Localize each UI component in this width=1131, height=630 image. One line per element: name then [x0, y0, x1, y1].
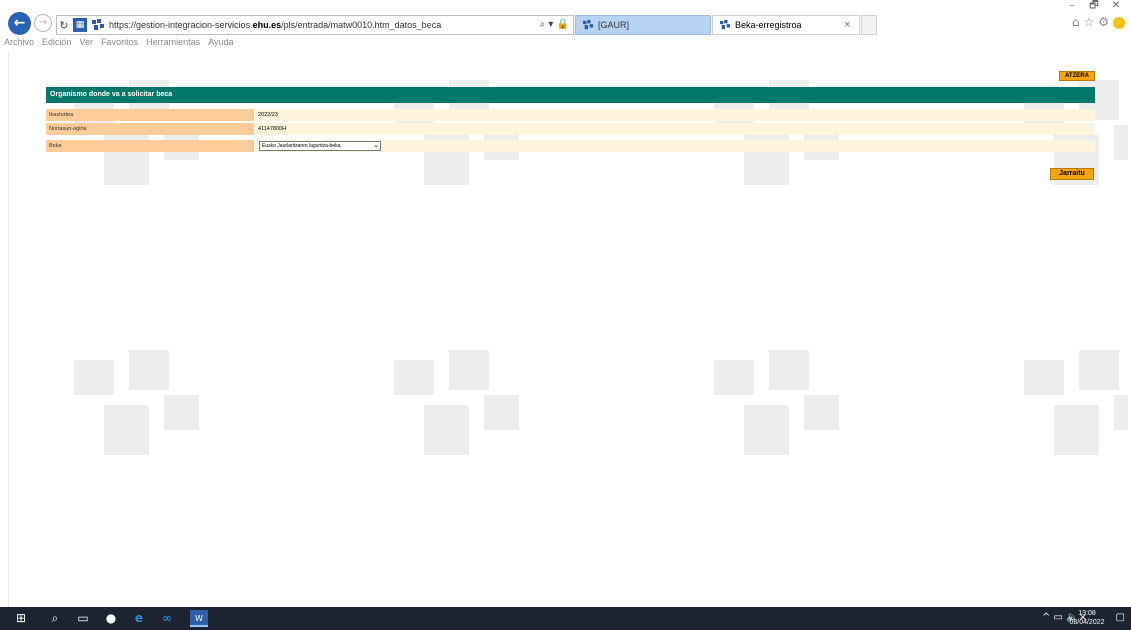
menu-favoritos[interactable]: Favoritos [101, 37, 138, 49]
feedback-smiley-icon[interactable] [1113, 17, 1125, 29]
row-label: Ikasturtea [46, 109, 254, 121]
row-value: 41147800H [255, 123, 1095, 135]
windows-start-icon[interactable]: ⊞ [12, 610, 30, 627]
jarraitu-button[interactable]: Jarraitu [1050, 168, 1094, 180]
clock[interactable]: 13:08 08/04/2022 [1069, 609, 1105, 627]
internet-explorer-icon[interactable]: e [130, 610, 148, 627]
new-tab-button[interactable] [861, 15, 877, 35]
clock-date: 08/04/2022 [1069, 619, 1105, 626]
notification-icon[interactable]: ▢ [1116, 612, 1125, 623]
ehu-watermark-icon [1024, 350, 1128, 455]
settings-gear-icon[interactable]: ⚙ [1098, 15, 1109, 29]
reload-icon[interactable]: ↻ [57, 19, 71, 32]
back-button[interactable]: ← [8, 12, 31, 35]
page-content: ATZERA Organismo donde va a solicitar be… [8, 52, 1128, 607]
form-row-ikasturtea: Ikasturtea 2022/23 [46, 109, 1095, 121]
favorites-star-icon[interactable]: ☆ [1083, 15, 1094, 29]
close-tab-icon[interactable]: × [843, 20, 851, 30]
clock-time: 13:08 [1078, 610, 1096, 617]
ehu-watermark-icon [714, 350, 839, 455]
beka-select-value: Eusko Jaurlaritzaren laguntza-beka [262, 143, 341, 149]
arrow-left-icon: ← [13, 15, 26, 31]
row-value: 2022/23 [255, 109, 1095, 121]
browser-toolbar-icons: ⌂ ☆ ⚙ [1072, 15, 1125, 29]
browser-chrome: – 🗗 ✕ ← → ↻ ▦ https://gestion-integracio… [0, 0, 1131, 47]
taskbar: ⊞ ⌕ ▭ ● e ∞ W ^ ▭ 🔈× 13:08 08/04/2022 ▢ [0, 607, 1131, 630]
tab-label: Beka-erregistroa [735, 20, 802, 30]
menu-herramientas[interactable]: Herramientas [146, 37, 200, 49]
ehu-favicon-icon [92, 19, 104, 30]
window-controls: – 🗗 ✕ [1061, 0, 1127, 16]
beka-select[interactable]: Eusko Jaurlaritzaren laguntza-beka ⌄ [259, 141, 381, 151]
app-icon[interactable]: ∞ [158, 610, 176, 627]
row-value-cell: Eusko Jaurlaritzaren laguntza-beka ⌄ [255, 140, 1095, 152]
ehu-favicon-icon [720, 20, 730, 30]
form-row-beka: Beka Eusko Jaurlaritzaren laguntza-beka … [46, 140, 1095, 152]
ehu-favicon-icon [583, 20, 593, 30]
menu-ayuda[interactable]: Ayuda [208, 37, 233, 49]
ehu-watermark-icon [74, 350, 199, 455]
arrow-right-icon: → [38, 17, 48, 28]
word-icon[interactable]: W [190, 610, 208, 627]
close-window-button[interactable]: ✕ [1105, 0, 1127, 14]
url-text: https://gestion-integracion-servicios.eh… [109, 20, 442, 30]
screen: – 🗗 ✕ ← → ↻ ▦ https://gestion-integracio… [0, 0, 1131, 630]
restore-button[interactable]: 🗗 [1083, 0, 1105, 14]
form-row-nortasun-agiria: Nortasun-agiria 41147800H [46, 123, 1095, 135]
forward-button[interactable]: → [34, 14, 52, 32]
search-icon[interactable]: ⌕ [46, 610, 64, 627]
tab-beka-erregistroa[interactable]: Beka-erregistroa × [712, 15, 860, 35]
address-bar[interactable]: ↻ ▦ https://gestion-integracion-servicio… [56, 15, 574, 35]
minimize-button[interactable]: – [1061, 0, 1083, 14]
task-view-icon[interactable]: ▭ [74, 610, 92, 627]
atzera-button[interactable]: ATZERA [1059, 71, 1095, 81]
firefox-icon[interactable]: ● [102, 610, 120, 627]
row-label: Beka [46, 140, 254, 152]
compatibility-icon[interactable]: ▦ [73, 18, 87, 32]
menu-edicion[interactable]: Edición [42, 37, 72, 49]
ehu-watermark-icon [394, 350, 519, 455]
form-title: Organismo donde va a solicitar beca [46, 87, 1095, 103]
menu-archivo[interactable]: Archivo [4, 37, 34, 49]
tab-gaur[interactable]: [GAUR] [575, 15, 711, 35]
menu-ver[interactable]: Ver [80, 37, 94, 49]
address-tools[interactable]: ⌕ ▾ 🔒 [540, 19, 569, 30]
chevron-down-icon: ⌄ [373, 141, 379, 149]
row-label: Nortasun-agiria [46, 123, 254, 135]
menu-bar: Archivo Edición Ver Favoritos Herramient… [0, 37, 241, 49]
home-icon[interactable]: ⌂ [1072, 15, 1080, 29]
tab-label: [GAUR] [598, 20, 630, 30]
